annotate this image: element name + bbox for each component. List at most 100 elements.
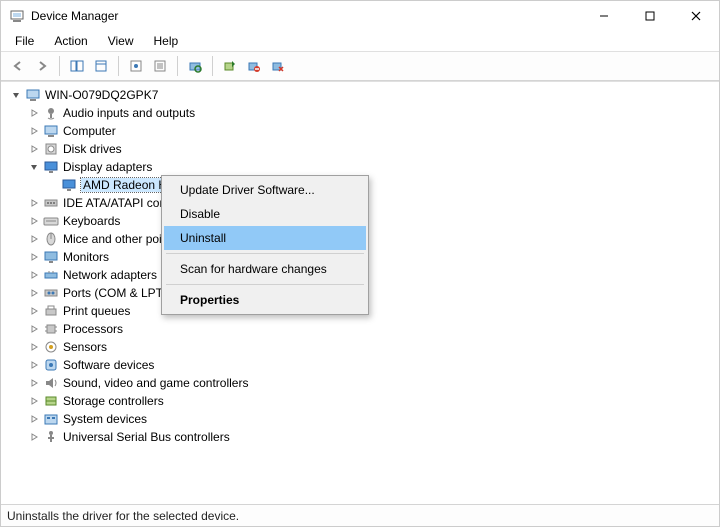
titlebar: Device Manager — [1, 1, 719, 31]
uninstall-device-button[interactable] — [267, 55, 289, 77]
software-icon — [43, 357, 59, 373]
storage-icon — [43, 393, 59, 409]
tree-node-label: Network adapters — [63, 268, 157, 282]
tree-node-storage[interactable]: Storage controllers — [3, 392, 717, 410]
close-button[interactable] — [673, 1, 719, 31]
expand-icon[interactable] — [9, 88, 23, 102]
toolbar-separator — [177, 56, 178, 76]
tree-node-label: Software devices — [63, 358, 154, 372]
audio-icon — [43, 105, 59, 121]
context-menu-item[interactable]: Properties — [164, 288, 366, 312]
tree-node-label: Storage controllers — [63, 394, 164, 408]
tree-node-label: Monitors — [63, 250, 109, 264]
computer-icon — [25, 87, 41, 103]
tree-node-audio[interactable]: Audio inputs and outputs — [3, 104, 717, 122]
tree-node-label: System devices — [63, 412, 147, 426]
tree-node-label: Audio inputs and outputs — [63, 106, 195, 120]
window-title: Device Manager — [31, 9, 581, 23]
tree-node-label: Processors — [63, 322, 123, 336]
context-menu-item[interactable]: Scan for hardware changes — [164, 257, 366, 281]
tree-node-label: Disk drives — [63, 142, 122, 156]
toolbar-separator — [118, 56, 119, 76]
printer-icon — [43, 303, 59, 319]
context-menu-item[interactable]: Update Driver Software... — [164, 178, 366, 202]
menu-view[interactable]: View — [100, 32, 142, 50]
expand-icon[interactable] — [27, 412, 41, 426]
tree-node-label: Universal Serial Bus controllers — [63, 430, 230, 444]
monitor-icon — [43, 249, 59, 265]
expand-icon[interactable] — [27, 430, 41, 444]
expand-icon[interactable] — [27, 268, 41, 282]
device-tree[interactable]: WIN-O079DQ2GPK7 Audio inputs and outputs C… — [1, 81, 719, 504]
context-menu-separator — [166, 253, 364, 254]
maximize-button[interactable] — [627, 1, 673, 31]
tree-node-label: Print queues — [63, 304, 130, 318]
tree-node-label: Display adapters — [63, 160, 152, 174]
properties-button[interactable] — [149, 55, 171, 77]
tree-node-processor[interactable]: Processors — [3, 320, 717, 338]
network-icon — [43, 267, 59, 283]
expand-icon[interactable] — [27, 376, 41, 390]
update-driver-button[interactable] — [219, 55, 241, 77]
scan-hardware-button[interactable] — [184, 55, 206, 77]
tree-node-software[interactable]: Software devices — [3, 356, 717, 374]
context-menu-item[interactable]: Disable — [164, 202, 366, 226]
expand-icon[interactable] — [27, 340, 41, 354]
display-icon — [61, 177, 77, 193]
expand-icon[interactable] — [27, 124, 41, 138]
expand-icon[interactable] — [27, 304, 41, 318]
context-menu: Update Driver Software...DisableUninstal… — [161, 175, 369, 315]
toolbar-separator — [59, 56, 60, 76]
context-menu-item[interactable]: Uninstall — [164, 226, 366, 250]
window-controls — [581, 1, 719, 31]
expand-icon[interactable] — [27, 322, 41, 336]
menubar: File Action View Help — [1, 31, 719, 51]
help-button[interactable] — [90, 55, 112, 77]
status-text: Uninstalls the driver for the selected d… — [7, 509, 239, 523]
back-button[interactable] — [7, 55, 29, 77]
expand-icon[interactable] — [27, 214, 41, 228]
expand-icon[interactable] — [27, 196, 41, 210]
tree-node-system[interactable]: System devices — [3, 410, 717, 428]
expand-icon[interactable] — [27, 106, 41, 120]
toolbar — [1, 51, 719, 81]
tree-node-sound[interactable]: Sound, video and game controllers — [3, 374, 717, 392]
system-icon — [43, 411, 59, 427]
menu-help[interactable]: Help — [146, 32, 187, 50]
tree-node-display[interactable]: Display adapters — [3, 158, 717, 176]
pointer-button[interactable] — [125, 55, 147, 77]
usb-icon — [43, 429, 59, 445]
expand-icon[interactable] — [27, 250, 41, 264]
menu-action[interactable]: Action — [46, 32, 95, 50]
tree-node-label: Computer — [63, 124, 116, 138]
forward-button[interactable] — [31, 55, 53, 77]
computer-icon — [43, 123, 59, 139]
disk-icon — [43, 141, 59, 157]
tree-node-disk[interactable]: Disk drives — [3, 140, 717, 158]
tree-node-label: Ports (COM & LPT) — [63, 286, 167, 300]
processor-icon — [43, 321, 59, 337]
disable-device-button[interactable] — [243, 55, 265, 77]
expand-icon[interactable] — [27, 394, 41, 408]
port-icon — [43, 285, 59, 301]
context-menu-separator — [166, 284, 364, 285]
minimize-button[interactable] — [581, 1, 627, 31]
tree-node-computer[interactable]: Computer — [3, 122, 717, 140]
expand-icon[interactable] — [27, 358, 41, 372]
expand-icon[interactable] — [27, 232, 41, 246]
toolbar-separator — [212, 56, 213, 76]
tree-node-sensor[interactable]: Sensors — [3, 338, 717, 356]
tree-node-label: Sound, video and game controllers — [63, 376, 248, 390]
expand-icon[interactable] — [27, 160, 41, 174]
expand-icon[interactable] — [27, 286, 41, 300]
sound-icon — [43, 375, 59, 391]
tree-node-usb[interactable]: Universal Serial Bus controllers — [3, 428, 717, 446]
display-icon — [43, 159, 59, 175]
menu-file[interactable]: File — [7, 32, 42, 50]
expand-icon[interactable] — [27, 142, 41, 156]
tree-root[interactable]: WIN-O079DQ2GPK7 — [3, 86, 717, 104]
show-hide-tree-button[interactable] — [66, 55, 88, 77]
tree-node-label: Keyboards — [63, 214, 120, 228]
tree-root-label: WIN-O079DQ2GPK7 — [45, 88, 158, 102]
mouse-icon — [43, 231, 59, 247]
